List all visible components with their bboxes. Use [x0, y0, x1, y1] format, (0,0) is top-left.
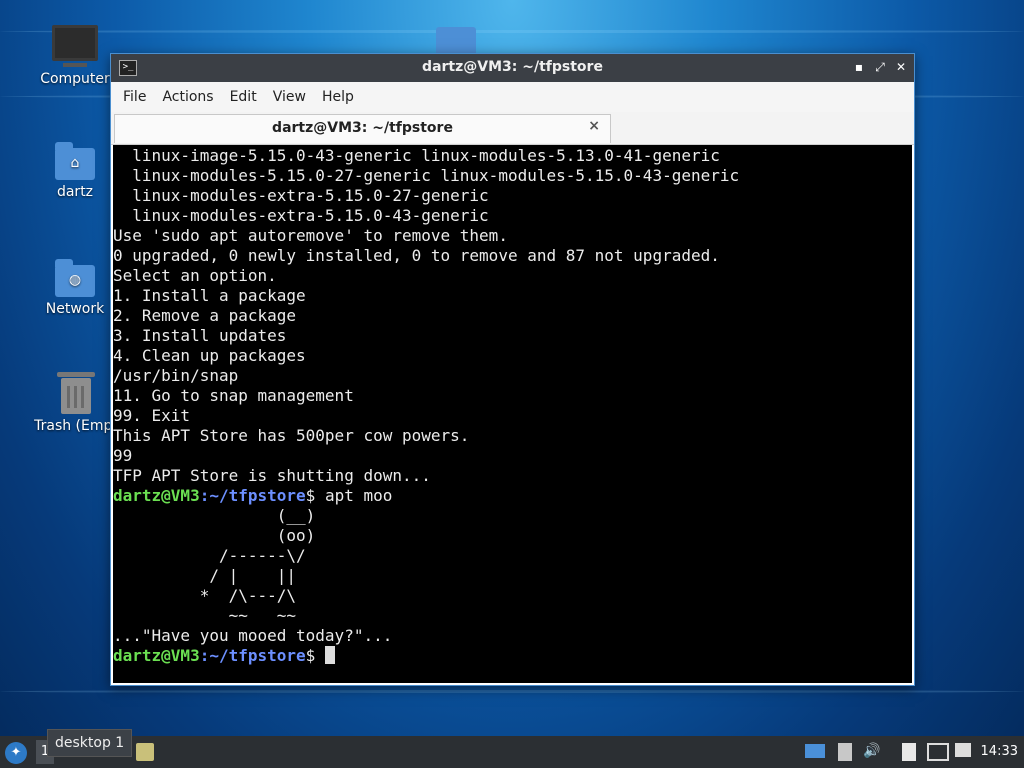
tab-close-icon[interactable]: × — [588, 118, 600, 134]
terminal-line: This APT Store has 500per cow powers. — [113, 426, 470, 445]
tab-bar: dartz@VM3: ~/tfpstore × — [111, 112, 914, 145]
text-cursor — [324, 646, 335, 664]
home-folder-icon: ⌂ — [55, 142, 95, 180]
shell-prompt: dartz@VM3:~/tfpstore$ apt moo — [113, 486, 912, 506]
prompt-command: $ — [305, 646, 325, 665]
terminal-window: >_ dartz@VM3: ~/tfpstore ▪ ⤢ ✕ File Acti… — [110, 53, 915, 686]
terminal-line: 11. Go to snap management — [113, 386, 354, 405]
terminal-line: (__) — [113, 506, 316, 525]
terminal-line: linux-image-5.15.0-43-generic linux-modu… — [113, 146, 720, 165]
terminal-line: 99. Exit — [113, 406, 191, 425]
clock[interactable]: 14:33 — [981, 744, 1018, 759]
window-titlebar[interactable]: >_ dartz@VM3: ~/tfpstore ▪ ⤢ ✕ — [111, 54, 914, 82]
terminal-line: 0 upgraded, 0 newly installed, 0 to remo… — [113, 246, 720, 265]
clipboard-icon[interactable] — [838, 743, 852, 761]
menu-file[interactable]: File — [115, 89, 154, 105]
computer-icon — [52, 25, 98, 67]
terminal-line: /------\/ — [113, 546, 306, 565]
prompt-user: dartz@VM3 — [113, 486, 200, 505]
terminal-output[interactable]: linux-image-5.15.0-43-generic linux-modu… — [113, 145, 912, 683]
terminal-line: linux-modules-extra-5.15.0-43-generic — [113, 206, 489, 225]
terminal-line: 1. Install a package — [113, 286, 306, 305]
tab-label: dartz@VM3: ~/tfpstore — [272, 120, 453, 136]
desktop-icon-network[interactable]: ◍ Network — [30, 259, 120, 317]
prompt-path: ~/tfpstore — [209, 646, 306, 665]
desktop-icon-home[interactable]: ⌂ dartz — [30, 142, 120, 200]
network-status-icon[interactable] — [927, 743, 949, 761]
tab-terminal[interactable]: dartz@VM3: ~/tfpstore × — [114, 114, 611, 143]
terminal-line: linux-modules-5.15.0-27-generic linux-mo… — [113, 166, 740, 185]
menu-help[interactable]: Help — [314, 89, 362, 105]
start-menu-icon[interactable]: ✦ — [5, 742, 27, 764]
prompt-user: dartz@VM3 — [113, 646, 200, 665]
notes-icon[interactable] — [902, 743, 916, 761]
terminal-line: / | || — [113, 566, 297, 585]
terminal-line: 99 — [113, 446, 133, 465]
terminal-line: TFP APT Store is shutting down... — [113, 466, 431, 485]
prompt-command: $ apt moo — [305, 486, 393, 505]
menu-view[interactable]: View — [265, 89, 314, 105]
window-title: dartz@VM3: ~/tfpstore — [422, 59, 603, 75]
network-folder-icon: ◍ — [55, 259, 95, 297]
menu-edit[interactable]: Edit — [222, 89, 265, 105]
terminal-line: /usr/bin/snap — [113, 366, 239, 385]
prompt-separator: : — [199, 486, 210, 505]
shell-prompt: dartz@VM3:~/tfpstore$ — [113, 646, 912, 666]
trash-icon — [57, 372, 95, 414]
maximize-button[interactable]: ⤢ — [872, 59, 888, 75]
terminal-line: ..."Have you mooed today?"... — [113, 626, 393, 645]
desktop-icon-label: dartz — [56, 184, 94, 200]
volume-icon[interactable]: 🔊 — [863, 743, 880, 759]
terminal-line: Select an option. — [113, 266, 277, 285]
file-manager-launcher-icon[interactable] — [136, 743, 154, 761]
desktop-icon-label: Network — [45, 301, 105, 317]
terminal-line: 2. Remove a package — [113, 306, 297, 325]
prompt-path: ~/tfpstore — [209, 486, 306, 505]
prompt-separator: : — [199, 646, 210, 665]
terminal-line: 4. Clean up packages — [113, 346, 306, 365]
desktop-icon-label: Computer — [40, 71, 110, 87]
menu-actions[interactable]: Actions — [154, 89, 221, 105]
taskbar: ✦ 1 🔊 14:33 — [0, 736, 1024, 768]
menu-bar: File Actions Edit View Help — [111, 82, 914, 112]
minimize-button[interactable]: ▪ — [851, 59, 867, 75]
terminal-line: * /\---/\ — [113, 586, 297, 605]
terminal-line: 3. Install updates — [113, 326, 287, 345]
terminal-line: (oo) — [113, 526, 316, 545]
terminal-line: Use 'sudo apt autoremove' to remove them… — [113, 226, 508, 245]
show-desktop-icon[interactable] — [805, 744, 825, 758]
terminal-line: ~~ ~~ — [113, 606, 297, 625]
terminal-line: linux-modules-extra-5.15.0-27-generic — [113, 186, 489, 205]
desktop-icon-computer[interactable]: Computer — [30, 25, 120, 87]
folder-icon[interactable] — [436, 27, 476, 53]
update-notifier-icon[interactable] — [955, 743, 971, 757]
close-button[interactable]: ✕ — [893, 59, 909, 75]
workspace-tooltip: desktop 1 — [47, 729, 133, 757]
